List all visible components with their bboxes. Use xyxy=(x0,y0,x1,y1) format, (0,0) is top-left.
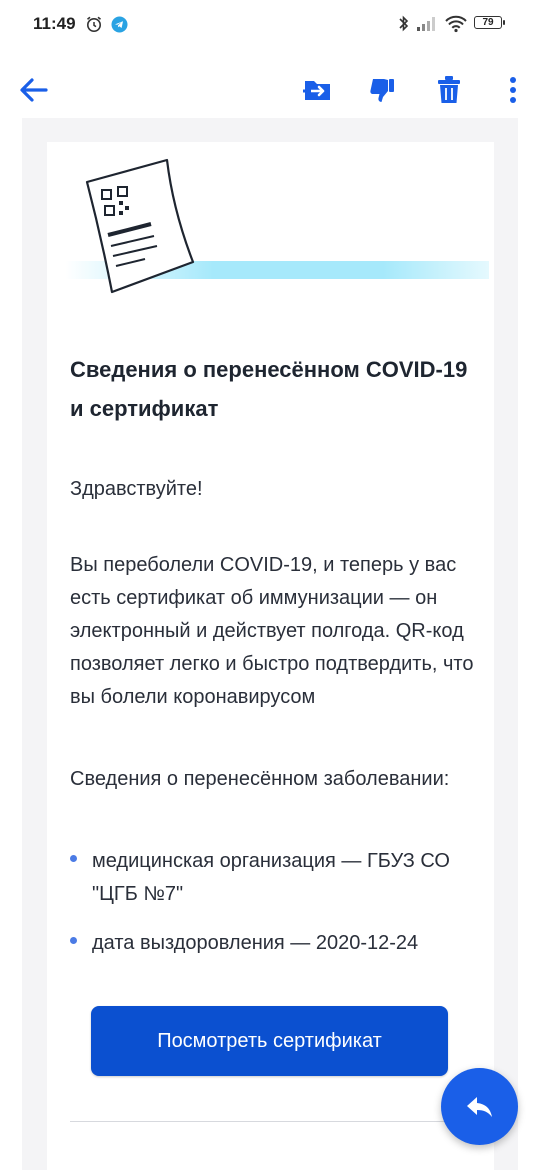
move-to-folder-button[interactable] xyxy=(300,72,336,108)
qr-document-icon xyxy=(85,158,195,294)
email-greeting: Здравствуйте! xyxy=(70,478,203,500)
more-vertical-icon xyxy=(510,77,516,103)
email-heading: Сведения о перенесённом COVID-19 и серти… xyxy=(70,357,468,421)
move-to-folder-icon xyxy=(303,81,330,100)
mail-toolbar xyxy=(0,60,540,120)
status-bar: 11:49 79 xyxy=(0,0,540,50)
alarm-icon xyxy=(85,15,103,38)
divider xyxy=(70,1121,482,1122)
details-title: Сведения о перенесённом заболевании: xyxy=(70,768,450,790)
back-arrow-icon xyxy=(20,78,48,102)
battery-level: 79 xyxy=(474,16,502,29)
reply-icon xyxy=(466,1096,492,1117)
delete-button[interactable] xyxy=(431,72,467,108)
email-body-text: Вы переболели COVID-19, и теперь у вас е… xyxy=(70,554,474,708)
more-options-button[interactable] xyxy=(495,72,531,108)
view-certificate-button[interactable]: Посмотреть сертификат xyxy=(91,1006,448,1076)
trash-icon xyxy=(438,76,460,103)
bullet-dot xyxy=(70,855,77,862)
wifi-icon xyxy=(444,15,468,38)
hero-illustration xyxy=(47,142,494,312)
bluetooth-icon xyxy=(398,14,410,38)
spam-icon xyxy=(370,79,394,102)
list-item: дата выздоровления — 2020-12-24 xyxy=(70,927,480,960)
spam-button[interactable] xyxy=(365,72,401,108)
battery-icon: 79 xyxy=(474,16,506,31)
signal-icon xyxy=(416,16,438,37)
back-button[interactable] xyxy=(16,72,52,108)
reply-button[interactable] xyxy=(441,1068,518,1145)
telegram-icon xyxy=(111,16,128,38)
list-item-text: дата выздоровления — 2020-12-24 xyxy=(92,932,419,954)
bullet-dot xyxy=(70,937,77,944)
details-list: медицинская организация — ГБУЗ СО "ЦГБ №… xyxy=(70,845,480,960)
status-time: 11:49 xyxy=(33,14,76,33)
list-item: медицинская организация — ГБУЗ СО "ЦГБ №… xyxy=(70,845,480,911)
list-item-text: медицинская организация — ГБУЗ СО "ЦГБ №… xyxy=(92,850,450,905)
